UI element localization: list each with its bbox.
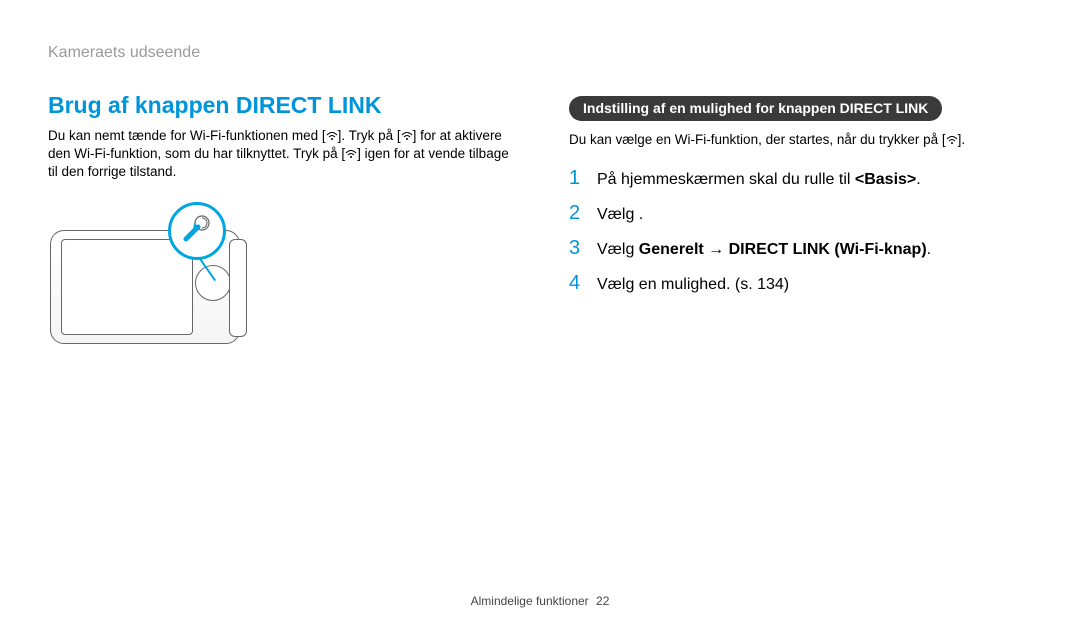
wifi-icon [345,149,357,159]
page-number: 22 [596,594,609,608]
step-text: Vælg en mulighed. (s. 134) [597,273,1032,298]
footer-label: Almindelige funktioner [471,594,589,608]
text-fragment: ]. Tryk på [ [338,128,401,143]
step-number: 4 [569,268,587,299]
camera-grip [229,239,247,337]
step-list: 1 På hjemmeskærmen skal du rulle til <Ba… [569,163,1032,299]
breadcrumb: Kameraets udseende [48,44,511,62]
right-paragraph: Du kan vælge en Wi-Fi-funktion, der star… [569,131,1032,149]
camera-dpad [195,265,231,301]
step-item: 1 På hjemmeskærmen skal du rulle til <Ba… [569,163,1032,194]
step-number: 1 [569,163,587,194]
bold-text: <Basis> [855,171,916,188]
text-fragment: . [916,171,920,188]
step-text: Vælg . [597,203,1032,228]
bold-text: Generelt → DIRECT LINK (Wi-Fi-knap) [639,241,927,258]
section-heading: Brug af knappen DIRECT LINK [48,92,511,119]
text-fragment: . [927,241,931,258]
text-fragment: Du kan nemt tænde for Wi-Fi-funktionen m… [48,128,326,143]
camera-screen [61,239,193,335]
wifi-icon [401,131,413,141]
step-text: På hjemmeskærmen skal du rulle til <Basi… [597,168,1032,193]
step-number: 2 [569,198,587,229]
camera-illustration [48,200,253,350]
wifi-icon [326,131,338,141]
arrow-icon [180,211,214,250]
text-fragment: . [639,206,643,223]
callout-circle [168,202,226,260]
text-fragment: Vælg [597,241,639,258]
page-footer: Almindelige funktioner 22 [0,594,1080,608]
step-item: 2 Vælg . [569,198,1032,229]
text-fragment: Vælg en mulighed. (s. 134) [597,276,789,293]
text-fragment: På hjemmeskærmen skal du rulle til [597,171,855,188]
subsection-pill: Indstilling af en mulighed for knappen D… [569,96,942,121]
left-paragraph: Du kan nemt tænde for Wi-Fi-funktionen m… [48,127,511,182]
step-item: 4 Vælg en mulighed. (s. 134) [569,268,1032,299]
step-number: 3 [569,233,587,264]
text-fragment: ]. [958,132,966,147]
wifi-icon [946,135,958,145]
text-fragment: Vælg [597,206,639,223]
step-item: 3 Vælg Generelt → DIRECT LINK (Wi-Fi-kna… [569,233,1032,264]
step-text: Vælg Generelt → DIRECT LINK (Wi-Fi-knap)… [597,238,1032,263]
text-fragment: Du kan vælge en Wi-Fi-funktion, der star… [569,132,946,147]
